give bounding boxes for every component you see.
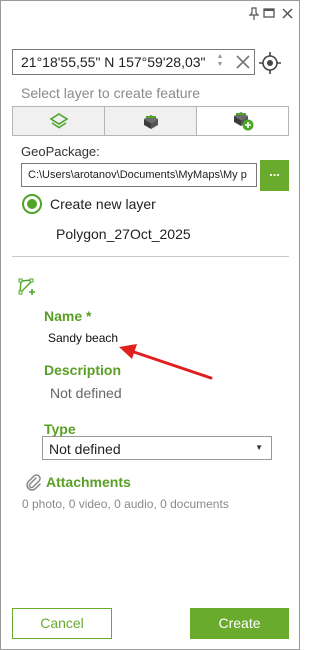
layer-tabs bbox=[12, 106, 289, 136]
dropdown-arrow-icon: ▼ bbox=[255, 443, 263, 452]
type-select[interactable]: Not defined ▼ bbox=[42, 436, 272, 460]
annotation-arrow bbox=[119, 344, 213, 380]
cancel-button[interactable]: Cancel bbox=[12, 608, 112, 639]
polygon-edit-icon[interactable] bbox=[17, 277, 37, 297]
geopackage-label: GeoPackage: bbox=[21, 144, 100, 159]
name-field-value[interactable]: Sandy beach bbox=[48, 331, 118, 345]
name-field-label: Name * bbox=[44, 308, 92, 324]
spinner-icon[interactable]: ▲ ▼ bbox=[215, 53, 225, 71]
create-button[interactable]: Create bbox=[190, 608, 289, 639]
new-layer-name: Polygon_27Oct_2025 bbox=[56, 226, 191, 242]
description-field-label: Description bbox=[44, 362, 122, 378]
type-select-value: Not defined bbox=[49, 441, 121, 457]
clear-icon[interactable] bbox=[233, 51, 253, 73]
create-new-layer-radio[interactable] bbox=[22, 194, 42, 214]
tab-layers[interactable] bbox=[13, 107, 105, 135]
close-icon[interactable] bbox=[282, 7, 293, 23]
coordinates-input[interactable] bbox=[13, 50, 211, 74]
type-field-label: Type bbox=[44, 421, 76, 437]
select-layer-hint: Select layer to create feature bbox=[21, 85, 200, 101]
coordinates-field[interactable]: ▲▼ bbox=[12, 49, 255, 75]
description-field-value[interactable]: Not defined bbox=[50, 385, 122, 401]
create-feature-panel: ▲▼ Select layer to create feature bbox=[0, 0, 300, 650]
create-new-layer-label[interactable]: Create new layer bbox=[50, 196, 156, 212]
layers-icon bbox=[48, 113, 69, 129]
existing-layer-icon bbox=[143, 115, 158, 129]
attachments-label[interactable]: Attachments bbox=[46, 474, 131, 490]
pin-icon[interactable] bbox=[248, 7, 260, 25]
attachments-summary: 0 photo, 0 video, 0 audio, 0 documents bbox=[22, 497, 229, 511]
browse-button[interactable]: ... bbox=[260, 160, 289, 191]
geopackage-path-field[interactable]: C:\Users\arotanov\Documents\MyMaps\My p bbox=[21, 163, 257, 187]
locate-icon[interactable] bbox=[258, 51, 282, 75]
maximize-icon[interactable] bbox=[263, 7, 275, 23]
tab-existing-layer[interactable] bbox=[105, 107, 197, 135]
paperclip-icon[interactable] bbox=[25, 473, 41, 491]
new-layer-icon bbox=[233, 112, 253, 131]
tab-new-layer[interactable] bbox=[197, 107, 288, 135]
divider bbox=[12, 256, 289, 257]
